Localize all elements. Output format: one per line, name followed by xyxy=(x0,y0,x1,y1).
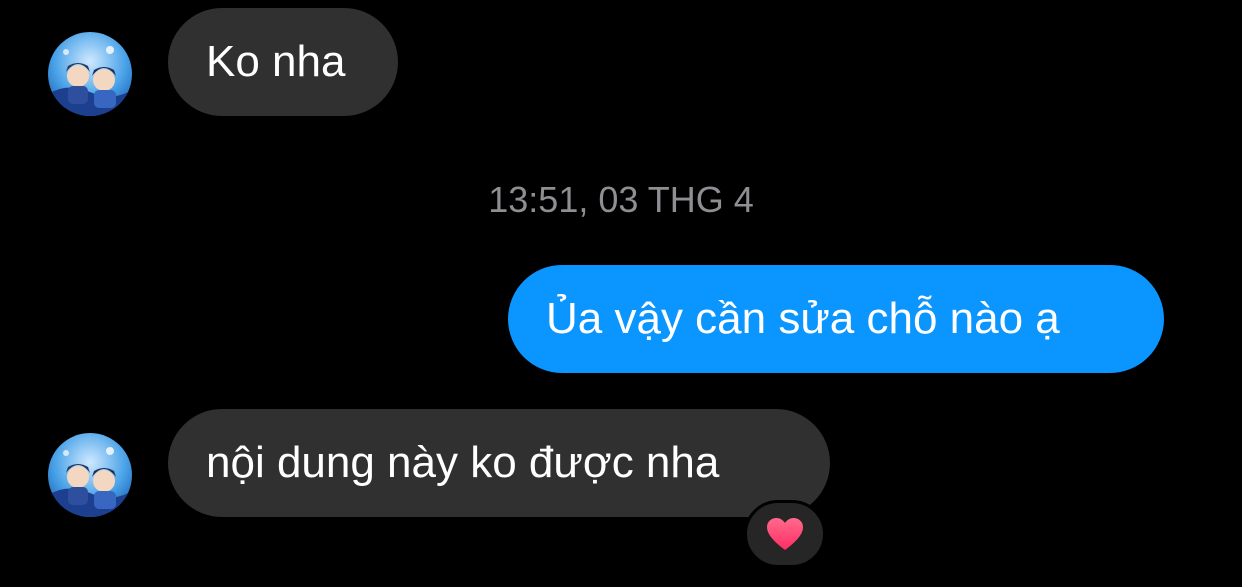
message-bubble-outgoing[interactable]: Ủa vậy cần sửa chỗ nào ạ xyxy=(508,265,1164,373)
sender-avatar[interactable] xyxy=(48,32,132,116)
sender-avatar[interactable] xyxy=(48,433,132,517)
anime-avatar-icon xyxy=(48,433,132,517)
message-text: nội dung này ko được nha xyxy=(206,438,720,487)
heart-icon xyxy=(767,518,803,550)
message-text: Ủa vậy cần sửa chỗ nào ạ xyxy=(546,294,1060,343)
message-text: Ko nha xyxy=(206,37,346,86)
timestamp: 13:51, 03 THG 4 xyxy=(488,179,754,220)
message-reaction[interactable] xyxy=(744,500,826,568)
message-bubble-incoming[interactable]: Ko nha xyxy=(168,8,398,116)
anime-avatar-icon xyxy=(48,32,132,116)
message-bubble-incoming[interactable]: nội dung này ko được nha xyxy=(168,409,830,517)
